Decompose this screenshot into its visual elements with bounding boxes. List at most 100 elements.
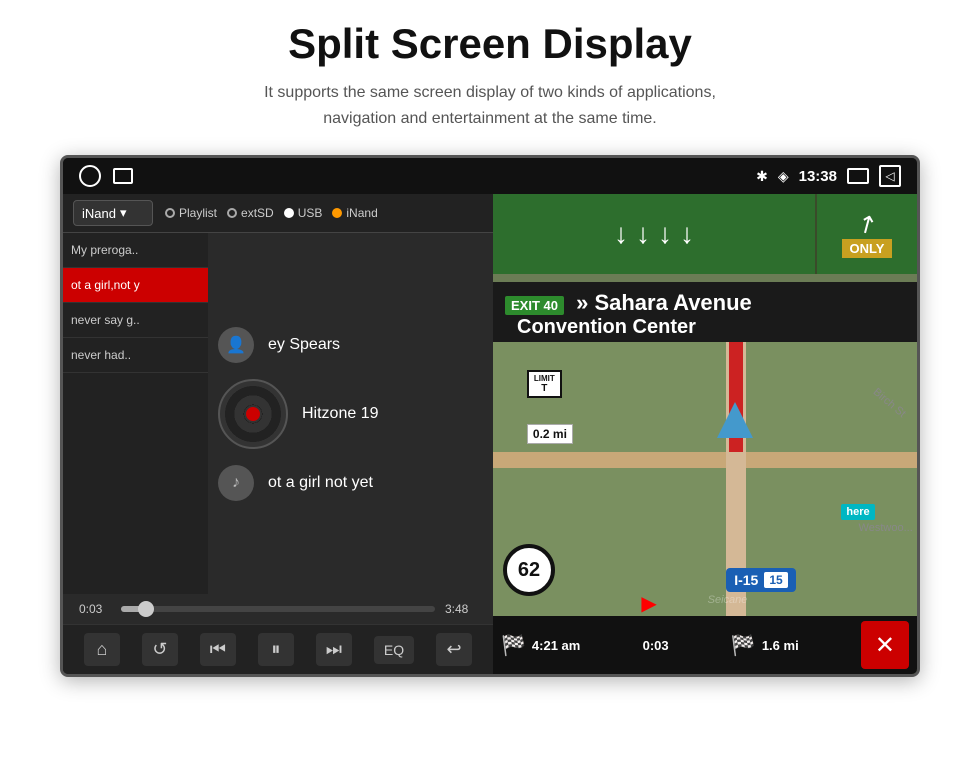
only-arrow-icon: ↗ (851, 207, 883, 242)
eq-button[interactable]: EQ (374, 636, 414, 664)
source-option-inand[interactable]: iNand (332, 206, 377, 220)
here-logo: here (841, 504, 874, 520)
status-time: 13:38 (799, 168, 837, 185)
music-panel: iNand ▾ Playlist extSD USB (63, 194, 493, 674)
distance-stat: 🏁 1.6 mi (731, 633, 799, 658)
dropdown-arrow-icon: ▾ (120, 205, 127, 221)
repeat-button[interactable]: ↺ (142, 633, 178, 666)
source-option-usb[interactable]: USB (284, 206, 323, 220)
track-info: 👤 ey Spears Hitzone 19 ♪ ot a girl not y… (218, 327, 483, 501)
back-button[interactable]: ↩ (436, 633, 472, 666)
radio-dot-playlist (165, 208, 175, 218)
highway-badge: I-15 15 (726, 568, 795, 592)
artist-name: ey Spears (268, 336, 340, 354)
playlist: My preroga.. ot a girl,not y never say g… (63, 233, 208, 594)
exit-sign: EXIT 40 » Sahara Avenue Convention Cente… (493, 282, 917, 347)
status-left (79, 165, 133, 187)
artist-row: 👤 ey Spears (218, 327, 483, 363)
watermark: Seicane (708, 594, 748, 606)
song-title: ot a girl not yet (268, 474, 373, 492)
arrow-down-1: ↓ (614, 218, 628, 250)
person-icon: 👤 (218, 327, 254, 363)
radio-dot-extsd (227, 208, 237, 218)
source-inand-label: iNand (346, 206, 377, 220)
bluetooth-icon: ✱ (756, 168, 768, 185)
status-right: ✱ ◈ 13:38 ◁ (756, 165, 901, 187)
album-name: Hitzone 19 (302, 405, 379, 423)
time-current: 0:03 (79, 602, 111, 616)
checkered-flag-end-icon: 🏁 (731, 633, 756, 658)
limit-label: LIMIT (534, 374, 555, 383)
controls-bar: ⌂ ↺ ⏮ ⏸ ⏭ EQ ↩ (63, 624, 493, 674)
eta-value: 0:03 (643, 638, 669, 653)
source-playlist-label: Playlist (179, 206, 217, 220)
source-option-extsd[interactable]: extSD (227, 206, 274, 220)
status-bar: ✱ ◈ 13:38 ◁ (63, 158, 917, 194)
music-content: My preroga.. ot a girl,not y never say g… (63, 233, 493, 594)
radio-dot-inand (332, 208, 342, 218)
playlist-item-0[interactable]: My preroga.. (63, 233, 208, 268)
red-arrow-nav-icon: ▶ (641, 591, 656, 616)
road-sign-area: ↓ ↓ ↓ ↓ ↗ ONLY (493, 194, 917, 274)
highway-label: I-15 (734, 572, 758, 588)
progress-thumb (138, 601, 154, 617)
green-sign-arrows: ↓ ↓ ↓ ↓ (493, 194, 815, 274)
road-label-birch: Birch St (871, 386, 908, 420)
source-option-playlist[interactable]: Playlist (165, 206, 217, 220)
home-button[interactable]: ⌂ (84, 633, 120, 666)
radio-dot-usb (284, 208, 294, 218)
page-title: Split Screen Display (288, 20, 692, 68)
vinyl-center (244, 405, 262, 423)
gallery-icon (113, 168, 133, 184)
road-label-westwood: Westwoo... (859, 522, 913, 534)
play-pause-button[interactable]: ⏸ (258, 633, 294, 666)
exit-badge: EXIT 40 (505, 296, 564, 315)
exit-sub-text: Convention Center (505, 316, 905, 339)
checkered-flag-start-icon: 🏁 (501, 633, 526, 658)
only-text-label: ONLY (842, 239, 893, 258)
highway-number: 15 (764, 572, 787, 588)
album-row: Hitzone 19 (218, 379, 483, 449)
nav-map: ↓ ↓ ↓ ↓ ↗ ONLY EXIT 40 » Sahara Avenue (493, 194, 917, 674)
song-row: ♪ ot a girl not yet (218, 465, 483, 501)
time-total: 3:48 (445, 602, 477, 616)
now-playing: 👤 ey Spears Hitzone 19 ♪ ot a girl not y… (208, 233, 493, 594)
source-dropdown[interactable]: iNand ▾ (73, 200, 153, 226)
screen-icon (847, 168, 869, 184)
progress-track[interactable] (121, 606, 435, 612)
map-area: 62 I-15 15 here LIMIT T (493, 342, 917, 616)
split-screen: iNand ▾ Playlist extSD USB (63, 194, 917, 674)
source-options: Playlist extSD USB iNand (165, 206, 378, 220)
playlist-item-3[interactable]: never had.. (63, 338, 208, 373)
playlist-item-1[interactable]: ot a girl,not y (63, 268, 208, 303)
map-road-horizontal (493, 452, 917, 468)
arrow-down-3: ↓ (658, 218, 672, 250)
limit-sign: LIMIT T (527, 370, 562, 398)
next-button[interactable]: ⏭ (316, 633, 352, 666)
nav-panel: ↓ ↓ ↓ ↓ ↗ ONLY EXIT 40 » Sahara Avenue (493, 194, 917, 674)
music-note-icon: ♪ (218, 465, 254, 501)
device-frame: ✱ ◈ 13:38 ◁ iNand ▾ Playlist (60, 155, 920, 677)
exit-road-name: » Sahara Avenue (576, 290, 752, 315)
arrival-time-stat: 🏁 4:21 am (501, 633, 580, 658)
vinyl-disc-icon (218, 379, 288, 449)
distance-value: 1.6 mi (762, 638, 799, 653)
nav-triangle-icon (717, 402, 753, 438)
speed-value: 62 (518, 559, 540, 582)
source-label: iNand (82, 206, 116, 221)
distance-sign: 0.2 mi (527, 424, 573, 444)
arrival-time-value: 4:21 am (532, 638, 580, 653)
distance-value: 0.2 mi (533, 427, 567, 441)
arrow-down-2: ↓ (636, 218, 650, 250)
page-subtitle: It supports the same screen display of t… (264, 80, 716, 131)
close-button[interactable]: ✕ (861, 621, 909, 669)
playlist-item-2[interactable]: never say g.. (63, 303, 208, 338)
location-icon: ◈ (778, 168, 789, 185)
nav-back-icon[interactable]: ◁ (879, 165, 901, 187)
source-usb-label: USB (298, 206, 323, 220)
speed-limit-sign: 62 (503, 544, 555, 596)
prev-button[interactable]: ⏮ (200, 633, 236, 666)
progress-bar-area: 0:03 3:48 (63, 594, 493, 624)
limit-value: T (534, 383, 555, 394)
arrow-down-4: ↓ (680, 218, 694, 250)
